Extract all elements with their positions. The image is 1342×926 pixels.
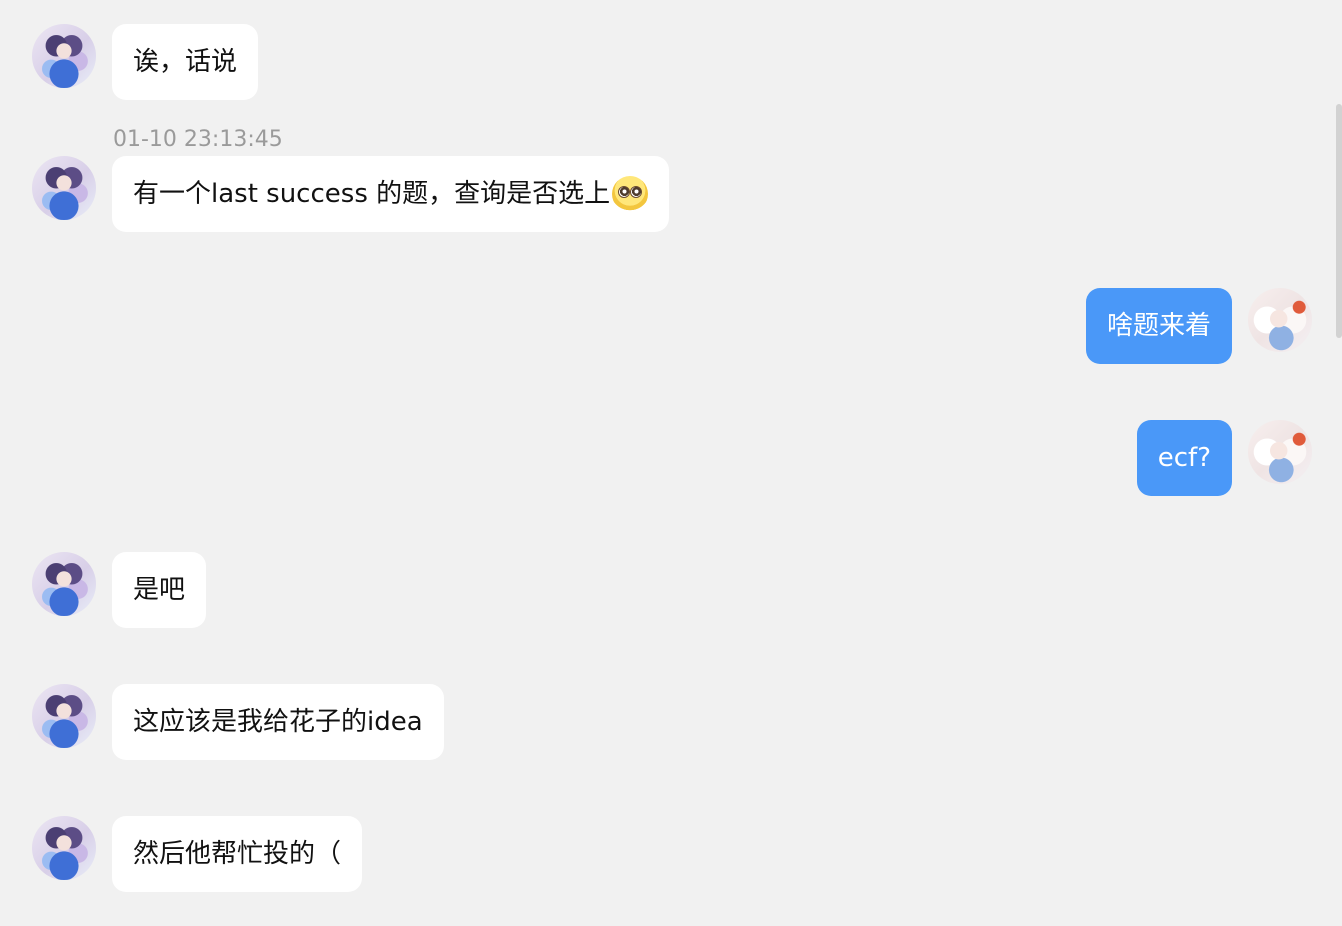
- message-bubble-outgoing[interactable]: ecf?: [1136, 420, 1232, 496]
- message-bubble-outgoing[interactable]: 啥题来着: [1085, 288, 1232, 364]
- scrollbar-thumb[interactable]: [1336, 104, 1342, 338]
- avatar-contact[interactable]: [32, 156, 96, 220]
- avatar-contact[interactable]: [32, 816, 96, 880]
- message-text: 有一个last success 的题，查询是否选上: [133, 179, 611, 209]
- message-text: 啥题来着: [1106, 311, 1211, 341]
- avatar-self[interactable]: [1248, 288, 1312, 352]
- message-bubble-incoming[interactable]: 然后他帮忙投的（: [112, 816, 363, 892]
- message-text: 诶，话说: [133, 47, 238, 77]
- message-bubble-incoming[interactable]: 诶，话说: [112, 24, 259, 100]
- message-text: 这应该是我给花子的idea: [133, 707, 423, 737]
- avatar-contact[interactable]: [32, 684, 96, 748]
- avatar-contact[interactable]: [32, 24, 96, 88]
- message-text: 然后他帮忙投的（: [133, 839, 342, 869]
- message-bubble-incoming[interactable]: 有一个last success 的题，查询是否选上: [112, 156, 670, 232]
- message-timestamp: 01-10 23:13:45: [113, 127, 283, 152]
- pleading-face-icon: [612, 176, 649, 212]
- message-text: ecf?: [1157, 443, 1211, 473]
- avatar-contact[interactable]: [32, 552, 96, 616]
- avatar-self[interactable]: [1248, 420, 1312, 484]
- message-bubble-incoming[interactable]: 是吧: [112, 552, 207, 628]
- message-text: 是吧: [133, 575, 186, 605]
- chat-window: 诶，话说 01-10 23:13:45 有一个last success 的题，查…: [0, 0, 1342, 926]
- message-bubble-incoming[interactable]: 这应该是我给花子的idea: [112, 684, 444, 760]
